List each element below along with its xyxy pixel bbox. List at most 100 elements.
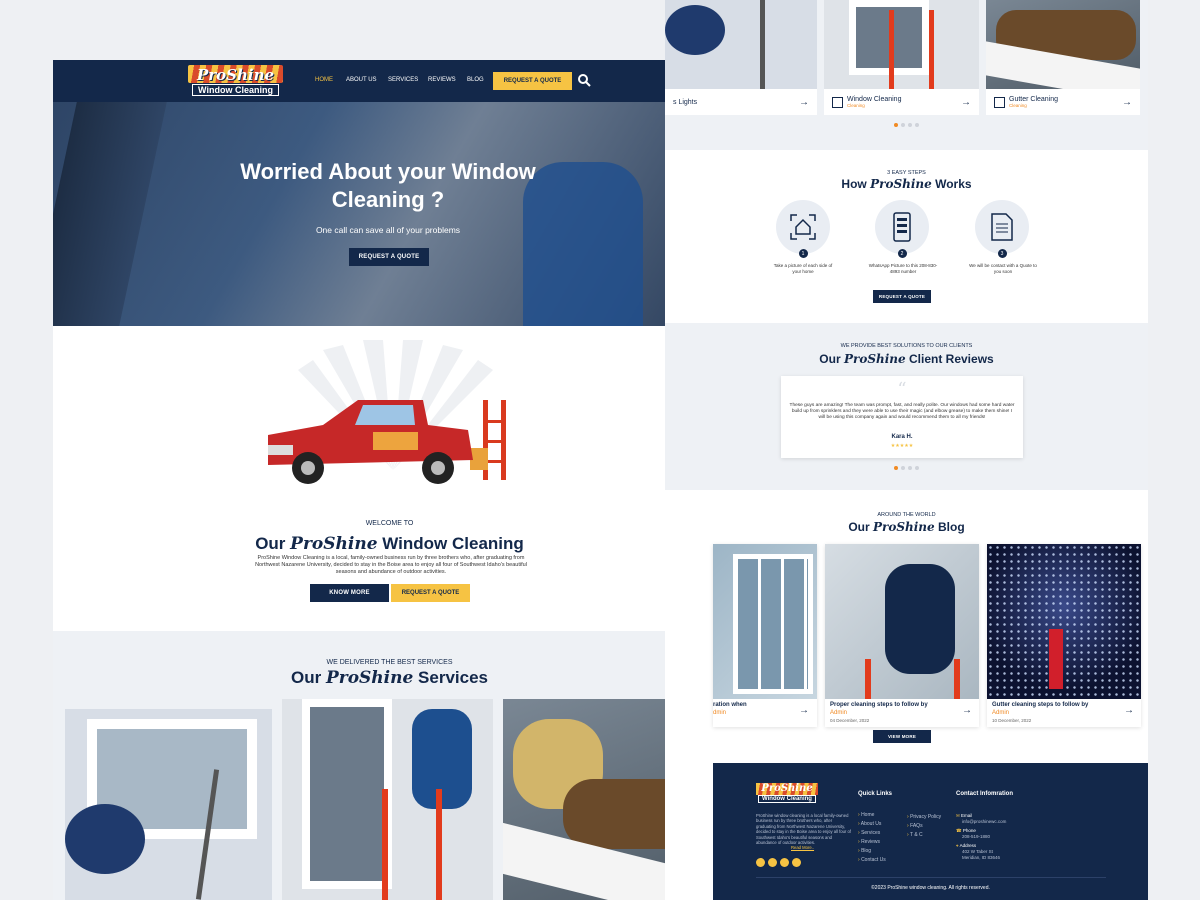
footer: ProShine Window Cleaning ProShine window… <box>713 763 1148 900</box>
nav-quote-button[interactable]: REQUEST A QUOTE <box>493 72 572 90</box>
footer-link-reviews[interactable]: Reviews <box>858 838 886 847</box>
footer-link-terms[interactable]: T & C <box>907 831 941 840</box>
arrow-right-icon[interactable]: → <box>799 97 809 108</box>
footer-copyright: ©2023 ProShine window cleaning. All righ… <box>871 885 990 891</box>
footer-link-about[interactable]: About Us <box>858 820 886 829</box>
footer-link-home[interactable]: Home <box>858 811 886 820</box>
facebook-icon[interactable] <box>756 858 765 867</box>
know-more-button[interactable]: KNOW MORE <box>310 584 389 602</box>
how-quote-button[interactable]: REQUEST A QUOTE <box>873 290 931 303</box>
step-1-text: Take a picture of each side of your home <box>773 263 833 274</box>
carousel-photo-1[interactable] <box>665 0 817 89</box>
blog-card-2[interactable]: Proper cleaning steps to follow by Admin… <box>825 544 979 727</box>
arrow-right-icon[interactable]: → <box>1122 97 1132 108</box>
step-2: 2 <box>872 200 932 258</box>
arrow-right-icon[interactable]: → <box>1124 705 1134 716</box>
hero-gutter-decor <box>53 102 167 326</box>
service-photo-ladder[interactable] <box>282 699 493 900</box>
services-title-post: Services <box>418 668 488 687</box>
welcome-title: Our ProShine Window Cleaning <box>53 534 726 554</box>
twitter-icon[interactable] <box>768 858 777 867</box>
carousel-dots[interactable] <box>665 123 1148 127</box>
footer-link-faqs[interactable]: FAQs <box>907 822 941 831</box>
services-title-brand: ProShine <box>325 668 414 688</box>
review-card: “ These guys are amazing! The team was p… <box>781 376 1023 458</box>
nav-item-about[interactable]: ABOUT US <box>346 77 377 83</box>
how-title-pre: How <box>841 177 867 191</box>
welcome-body: ProShine Window Cleaning is a local, fam… <box>255 555 527 575</box>
contact-block: ✉ Email info@proshinewc.com ☎ Phone 208-… <box>956 813 1046 861</box>
arrow-right-icon[interactable]: → <box>962 705 972 716</box>
carousel-card-1-title: s Lights <box>673 98 698 106</box>
phone-value[interactable]: 208-519-1880 <box>956 834 1046 840</box>
hero-quote-button[interactable]: REQUEST A QUOTE <box>349 248 429 266</box>
gutter-icon <box>994 96 1005 108</box>
window-icon <box>832 96 843 108</box>
carousel-card-3-sub: Cleaning <box>1009 103 1027 108</box>
footer-logo[interactable]: ProShine Window Cleaning <box>756 783 818 805</box>
blog-post-1-author: dmin <box>713 710 727 716</box>
view-more-button[interactable]: VIEW MORE <box>873 730 931 743</box>
step-2-number: 2 <box>897 249 907 258</box>
carousel-photo-3[interactable] <box>986 0 1140 89</box>
home-camera-icon <box>776 200 830 254</box>
phone-label: Phone <box>962 828 976 833</box>
review-text: These guys are amazing! The team was pro… <box>789 403 1015 421</box>
carousel-card-3[interactable]: Gutter Cleaning Cleaning → <box>986 89 1140 115</box>
nav-item-blog[interactable]: BLOG <box>467 77 484 83</box>
worker-decor-2 <box>885 564 955 674</box>
footer-link-blog[interactable]: Blog <box>858 847 886 856</box>
blog-post-1-title: ration when <box>713 702 747 708</box>
instagram-icon[interactable] <box>780 858 789 867</box>
blog-post-2-date: 04 December, 2022 <box>830 718 870 723</box>
services-section: WE DELIVERED THE BEST SERVICES Our ProSh… <box>53 631 713 900</box>
services-eyebrow: WE DELIVERED THE BEST SERVICES <box>326 659 453 666</box>
window-grid-decor <box>733 554 813 694</box>
footer-link-services[interactable]: Services <box>858 829 886 838</box>
logo[interactable]: ProShine Window Cleaning <box>188 65 283 97</box>
blog-eyebrow: AROUND THE WORLD <box>877 512 936 518</box>
carousel-card-1[interactable]: s Lights → <box>665 89 817 115</box>
cap-decor <box>65 804 145 874</box>
youtube-icon[interactable] <box>792 858 801 867</box>
quote-icon: “ <box>897 379 907 400</box>
top-nav: ProShine Window Cleaning HOME ABOUT US S… <box>53 60 713 102</box>
email-label: Email <box>961 813 973 818</box>
welcome-quote-button[interactable]: REQUEST A QUOTE <box>391 584 470 602</box>
nav-item-home[interactable]: HOME <box>315 77 333 83</box>
step-3: 3 <box>972 200 1032 258</box>
welcome-title-brand: ProShine <box>290 534 378 554</box>
step-3-number: 3 <box>997 249 1007 258</box>
reviews-eyebrow: WE PROVIDE BEST SOLUTIONS TO OUR CLIENTS <box>840 343 973 349</box>
hero-title: Worried About your Window Cleaning ? <box>240 159 536 212</box>
blog-post-2-title: Proper cleaning steps to follow by <box>830 702 928 708</box>
footer-read-more[interactable]: Read More.. <box>791 845 814 850</box>
hero-subtitle: One call can save all of your problems <box>315 225 461 235</box>
nav-item-services[interactable]: SERVICES <box>388 77 418 83</box>
quick-links-title: Quick Links <box>858 791 893 797</box>
glass-door-decor <box>302 699 392 889</box>
arrow-right-icon[interactable]: → <box>961 97 971 108</box>
footer-logo-bottom: Window Cleaning <box>758 795 816 803</box>
blog-card-3[interactable]: Gutter cleaning steps to follow by Admin… <box>987 544 1141 727</box>
carousel-photo-2[interactable] <box>824 0 979 89</box>
email-value[interactable]: info@proshinewc.com <box>956 819 1046 825</box>
address-label: Address <box>959 843 977 848</box>
step-1: 1 <box>773 200 833 258</box>
review-stars: ★★★★★ <box>890 443 914 449</box>
arrow-right-icon[interactable]: → <box>799 705 809 716</box>
carousel-card-2[interactable]: Window Cleaning Cleaning → <box>824 89 979 115</box>
service-photo-window[interactable] <box>65 709 272 900</box>
footer-link-privacy[interactable]: Privacy Policy <box>907 813 941 822</box>
blog-photo-2 <box>825 544 979 699</box>
search-icon[interactable] <box>577 73 591 87</box>
blog-title-brand: ProShine <box>873 520 935 534</box>
footer-link-contact[interactable]: Contact Us <box>858 856 886 865</box>
blog-card-1[interactable]: ration when dmin → <box>713 544 817 727</box>
footer-about: ProShine window cleaning is a local fami… <box>756 813 851 846</box>
how-title-brand: ProShine <box>870 177 932 191</box>
reviews-dots[interactable] <box>665 466 1148 470</box>
reviews-title: Our ProShine Client Reviews <box>665 352 1148 366</box>
nav-item-reviews[interactable]: REVIEWS <box>428 77 456 83</box>
blog-title-pre: Our <box>848 520 870 534</box>
